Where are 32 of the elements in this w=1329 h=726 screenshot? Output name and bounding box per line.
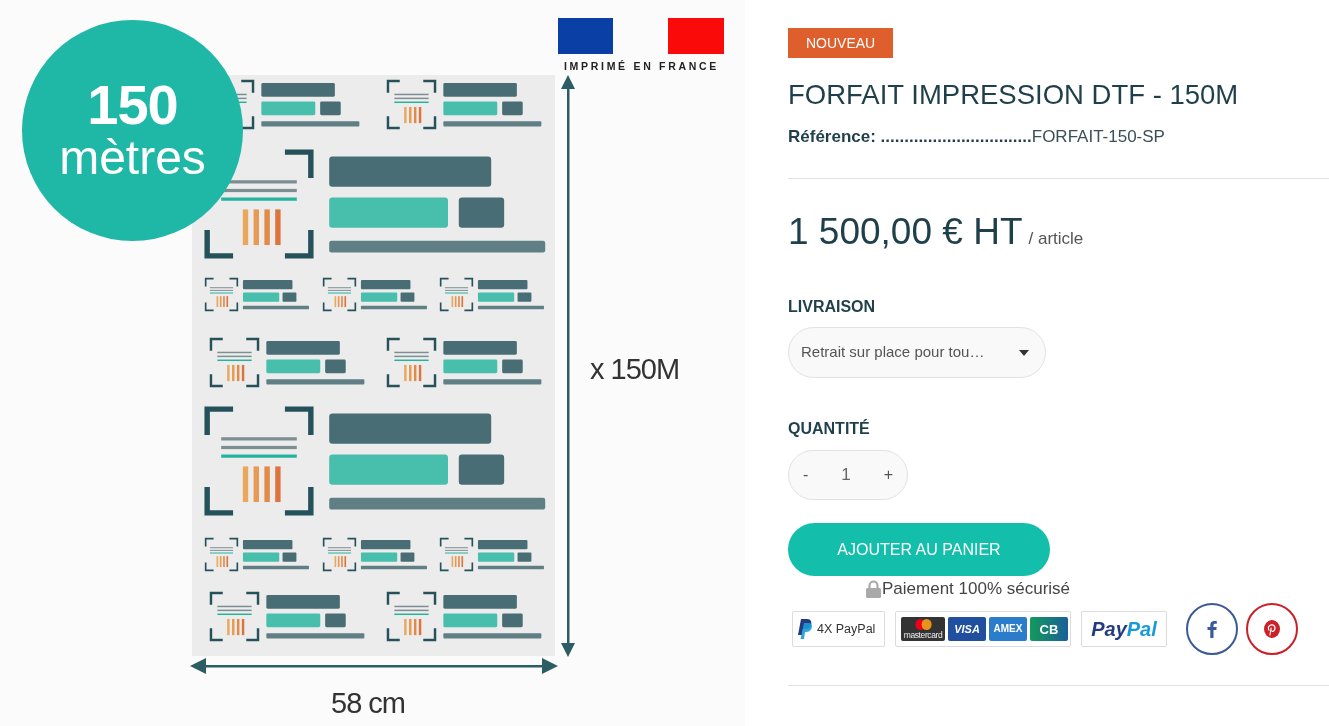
overlapping-circles-icon <box>914 618 932 630</box>
reference-label: Référence: ................................ <box>788 127 1032 146</box>
price-unit: / article <box>1028 228 1084 250</box>
delivery-select[interactable]: Retrait sur place pour tou… <box>788 327 1046 378</box>
product-title: FORFAIT IMPRESSION DTF - 150M <box>788 78 1240 111</box>
card-logo: CB <box>1030 617 1068 641</box>
width-label: 58 cm <box>331 686 405 721</box>
flag-icon <box>558 18 724 54</box>
card-logo-text: mastercard <box>903 629 943 640</box>
product-price: 1 500,00 € HT <box>788 210 1023 253</box>
quantity-label: QUANTITÉ <box>788 419 871 439</box>
secure-payment-text: Paiement 100% sécurisé <box>882 578 1071 600</box>
badge-unit: mètres <box>59 133 206 184</box>
flag-caption: IMPRIMÉ EN FRANCE <box>564 59 719 74</box>
installment-label: 4X PayPal <box>817 620 876 638</box>
caret-icon <box>1019 349 1029 356</box>
wallet-logo-text: PayPal <box>1091 617 1157 642</box>
delivery-label: LIVRAISON <box>788 297 877 317</box>
increase-button[interactable]: + <box>879 465 897 485</box>
new-badge: NOUVEAU <box>788 28 894 58</box>
decrease-button[interactable]: - <box>799 465 813 485</box>
badge-number: 150 <box>87 77 178 134</box>
pinterest-icon <box>1264 620 1280 638</box>
quantity-input[interactable]: 1 <box>831 462 861 488</box>
share-button[interactable] <box>1246 603 1298 655</box>
wallet-logo-icon <box>798 619 812 639</box>
reference-value: FORFAIT-150-SP <box>1031 127 1165 146</box>
card-logo: AMEX <box>989 617 1027 641</box>
card-logo: VISA <box>948 617 986 641</box>
lock-icon <box>866 580 881 598</box>
share-button[interactable] <box>1186 603 1238 655</box>
height-label: x 150M <box>590 352 680 387</box>
